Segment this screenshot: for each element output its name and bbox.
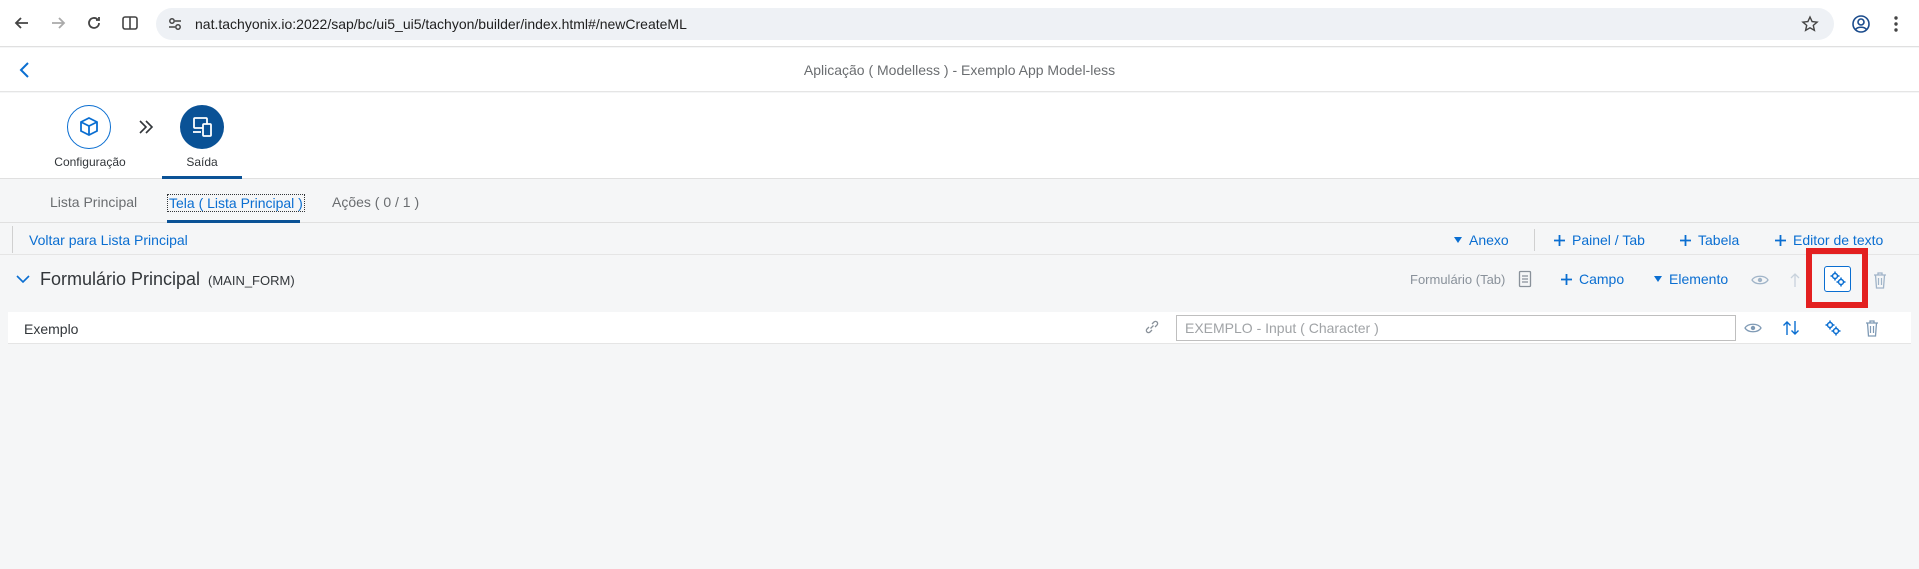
- forward-arrow-icon[interactable]: [46, 11, 70, 35]
- browser-menu-icon[interactable]: [1893, 14, 1899, 34]
- back-to-list-link[interactable]: Voltar para Lista Principal: [29, 232, 188, 248]
- double-chevron-icon: [137, 118, 155, 136]
- url-text[interactable]: nat.tachyonix.io:2022/sap/bc/ui5_ui5/tac…: [195, 16, 687, 32]
- highlight-box: [1806, 248, 1868, 308]
- form-id: (MAIN_FORM): [208, 273, 295, 288]
- package-icon: [77, 115, 101, 139]
- tabela-label: Tabela: [1698, 232, 1740, 248]
- profile-icon[interactable]: [1851, 14, 1871, 34]
- page-title: Aplicação ( Modelless ) - Exemplo App Mo…: [803, 62, 1116, 78]
- add-painel-tab-button[interactable]: Painel / Tab: [1553, 232, 1645, 248]
- link-chain-icon[interactable]: [1144, 319, 1160, 335]
- active-step-indicator: [162, 176, 242, 179]
- toolbar-divider: [12, 226, 13, 253]
- field-settings-gears-icon[interactable]: [1823, 318, 1843, 338]
- devices-icon: [189, 114, 215, 140]
- add-editor-texto-button[interactable]: Editor de texto: [1774, 232, 1883, 248]
- campo-label: Campo: [1579, 271, 1625, 287]
- form-title: Formulário Principal: [40, 269, 201, 289]
- caret-down-icon: [1653, 274, 1663, 284]
- add-tabela-button[interactable]: Tabela: [1679, 232, 1739, 248]
- wizard-step-label: Configuração: [54, 155, 126, 169]
- field-delete-trash-icon[interactable]: [1864, 318, 1880, 338]
- reload-icon[interactable]: [82, 11, 106, 35]
- exemplo-input[interactable]: [1176, 315, 1736, 341]
- back-arrow-icon[interactable]: [10, 11, 34, 35]
- anexo-button[interactable]: Anexo: [1453, 232, 1509, 248]
- document-icon[interactable]: [1518, 270, 1532, 288]
- tab-acoes[interactable]: Ações ( 0 / 1 ): [332, 194, 419, 210]
- visibility-eye-icon[interactable]: [1749, 271, 1771, 289]
- toolbar-divider: [1534, 229, 1535, 251]
- field-visibility-eye-icon[interactable]: [1742, 319, 1764, 337]
- plus-icon: [1679, 234, 1692, 247]
- editor-texto-label: Editor de texto: [1793, 232, 1884, 248]
- form-type-label: Formulário (Tab): [1410, 272, 1506, 287]
- tab-lista-principal[interactable]: Lista Principal: [50, 194, 137, 210]
- tab-tela-lista-principal[interactable]: Tela ( Lista Principal ): [167, 194, 305, 212]
- delete-trash-icon[interactable]: [1872, 270, 1888, 290]
- sort-arrows-icon[interactable]: [1780, 318, 1802, 338]
- wizard-step-label: Saída: [186, 155, 218, 169]
- bookmark-star-icon[interactable]: [1801, 15, 1819, 33]
- wizard-step-saida[interactable]: [180, 105, 224, 149]
- field-label: Exemplo: [24, 321, 79, 337]
- add-campo-button[interactable]: Campo: [1560, 271, 1624, 287]
- plus-icon: [1774, 234, 1787, 247]
- collapse-chevron-icon[interactable]: [16, 274, 30, 284]
- site-info-icon[interactable]: [166, 15, 184, 33]
- move-up-icon[interactable]: [1789, 270, 1801, 290]
- selected-tab-indicator: [167, 220, 300, 223]
- anexo-label: Anexo: [1469, 232, 1509, 248]
- elemento-dropdown-button[interactable]: Elemento: [1653, 271, 1728, 287]
- plus-icon: [1553, 234, 1566, 247]
- split-view-icon[interactable]: [118, 11, 142, 35]
- elemento-label: Elemento: [1669, 271, 1729, 287]
- painel-tab-label: Painel / Tab: [1572, 232, 1645, 248]
- wizard-step-configuracao[interactable]: [67, 105, 111, 149]
- wizard-steps: [0, 93, 1919, 179]
- back-link-label: Voltar para Lista Principal: [29, 232, 188, 248]
- caret-down-icon: [1453, 235, 1463, 245]
- plus-icon: [1560, 273, 1573, 286]
